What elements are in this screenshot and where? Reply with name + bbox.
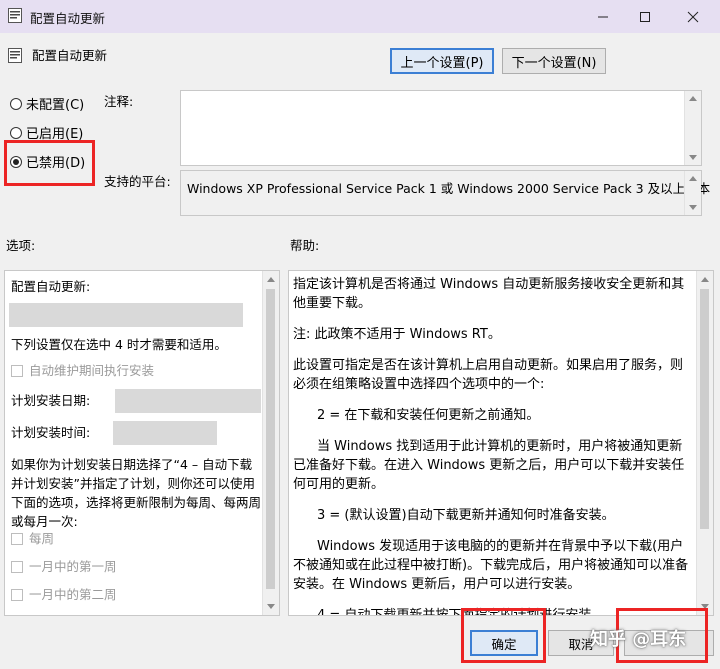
policy-title: 配置自动更新 [32, 48, 108, 63]
help-content: 指定该计算机是否将通过 Windows 自动更新服务接收安全更新和其他重要下载。… [293, 275, 691, 615]
first-week-checkbox[interactable] [11, 560, 23, 573]
second-week-label: 一月中的第二周 [29, 587, 117, 602]
weekly-checkbox[interactable] [11, 532, 23, 545]
help-label: 帮助: [290, 238, 320, 253]
help-scrollbar[interactable] [696, 271, 713, 615]
schedule-time-label: 计划安装时间: [11, 425, 91, 440]
radio-circle-not-configured[interactable] [10, 97, 22, 110]
radio-circle-enabled[interactable] [10, 126, 22, 139]
weekly-label: 每周 [29, 531, 55, 546]
options-label: 选项: [6, 238, 36, 253]
help-paragraph: Windows 发现适用于该电脑的的更新并在背景中予以下载(用户不被通知或在此过… [293, 539, 689, 592]
maximize-icon [640, 11, 650, 22]
highlight-ok-button [461, 608, 546, 663]
options-panel[interactable]: 配置自动更新: 下列设置仅在选中 4 时才需要和适用。 自动维护期间执行安装 计… [4, 270, 280, 616]
schedule-time-dropdown[interactable] [113, 421, 217, 445]
scroll-down-icon[interactable] [689, 155, 697, 160]
close-button[interactable] [670, 0, 716, 33]
help-paragraph: 注: 此政策不适用于 Windows RT。 [293, 327, 501, 342]
first-week-checkbox-row[interactable]: 一月中的第一周 [11, 557, 117, 576]
second-week-checkbox[interactable] [11, 588, 23, 601]
help-paragraph: 3 = (默认设置)自动下载更新并通知何时准备安装。 [317, 508, 615, 523]
highlight-disabled-option [4, 140, 95, 186]
watermark-text: 知乎 @耳东 [590, 629, 687, 650]
radio-not-configured[interactable]: 未配置(C) [10, 94, 84, 113]
comment-scrollbar[interactable] [684, 91, 701, 165]
help-paragraph: 指定该计算机是否将通过 Windows 自动更新服务接收安全更新和其他重要下载。 [293, 277, 685, 311]
comment-textarea[interactable] [180, 90, 702, 166]
radio-label-not-configured: 未配置(C) [26, 98, 85, 113]
schedule-day-label: 计划安装日期: [11, 393, 91, 408]
platform-scroll-down-icon[interactable] [689, 205, 697, 210]
maintenance-checkbox-row[interactable]: 自动维护期间执行安装 [11, 361, 154, 380]
options-scroll-down-icon[interactable] [267, 604, 275, 609]
platform-label: 支持的平台: [104, 174, 171, 189]
maintenance-checkbox[interactable] [11, 364, 23, 377]
help-panel[interactable]: 指定该计算机是否将通过 Windows 自动更新服务接收安全更新和其他重要下载。… [288, 270, 714, 616]
schedule-day-dropdown[interactable] [115, 389, 261, 413]
help-scroll-up-icon[interactable] [701, 277, 709, 282]
help-scroll-thumb[interactable] [700, 289, 709, 529]
platform-text: Windows XP Professional Service Pack 1 或… [187, 181, 711, 196]
window-title: 配置自动更新 [30, 11, 106, 26]
next-setting-button[interactable]: 下一个设置(N) [502, 48, 606, 74]
weekly-checkbox-row[interactable]: 每周 [11, 529, 54, 548]
platform-box: Windows XP Professional Service Pack 1 或… [180, 170, 710, 216]
maintenance-checkbox-label: 自动维护期间执行安装 [29, 363, 155, 378]
help-paragraph: 此设置可指定是否在该计算机上启用自动更新。如果启用了服务，则必须在组策略设置中选… [293, 358, 684, 392]
options-scroll-thumb[interactable] [266, 289, 275, 589]
second-week-checkbox-row[interactable]: 一月中的第二周 [11, 585, 117, 604]
configure-update-dropdown[interactable] [9, 303, 243, 327]
options-scroll-up-icon[interactable] [267, 277, 275, 282]
help-paragraph: 当 Windows 找到适用于此计算机的更新时，用户将被通知更新已准备好下载。在… [293, 439, 685, 492]
minimize-button[interactable] [580, 0, 626, 33]
options-scrollbar[interactable] [262, 271, 279, 615]
comment-label: 注释: [104, 94, 134, 109]
schedule-explain: 如果你为计划安装日期选择了“4 – 自动下载并计划安装”并指定了计划，则你还可以… [11, 457, 262, 529]
platform-scroll-up-icon[interactable] [689, 176, 697, 181]
close-icon [687, 11, 699, 22]
platform-scrollbar[interactable] [684, 171, 701, 215]
minimize-icon [598, 16, 608, 17]
previous-setting-button[interactable]: 上一个设置(P) [390, 48, 494, 74]
maximize-button[interactable] [622, 0, 668, 33]
policy-setting-icon [8, 48, 22, 63]
configure-update-label: 配置自动更新: [11, 279, 91, 294]
first-week-label: 一月中的第一周 [29, 559, 117, 574]
scroll-up-icon[interactable] [689, 96, 697, 101]
help-paragraph: 2 = 在下载和安装任何更新之前通知。 [317, 408, 540, 423]
option-note: 下列设置仅在选中 4 时才需要和适用。 [11, 337, 227, 352]
policy-icon [8, 8, 22, 23]
